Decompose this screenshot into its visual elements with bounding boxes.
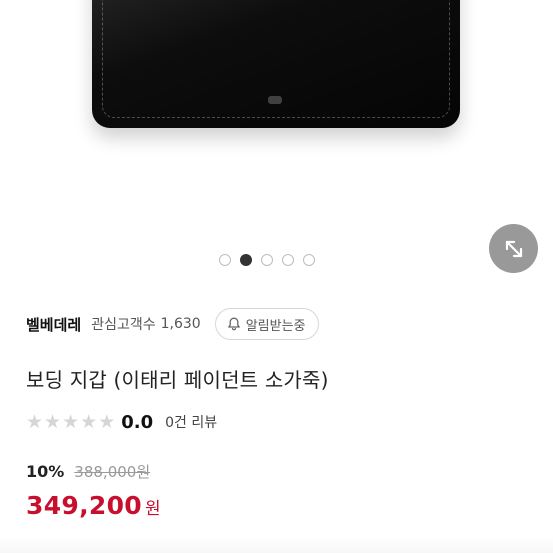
- favorites-count: 1,630: [160, 316, 201, 332]
- carousel-dot[interactable]: [260, 254, 273, 266]
- rating-score: 0.0: [121, 411, 154, 433]
- star-icon: ★: [44, 410, 62, 433]
- review-count[interactable]: 0건 리뷰: [165, 412, 217, 432]
- seller-name[interactable]: 벨베데레: [26, 314, 81, 335]
- favorites-label: 관심고객수: [91, 317, 156, 333]
- bottom-divider: [0, 536, 553, 553]
- product-image[interactable]: [0, 0, 553, 240]
- notify-label: 알림받는중: [245, 318, 306, 334]
- star-rating: ★ ★ ★ ★ ★: [26, 410, 116, 433]
- discount-rate: 10%: [26, 461, 65, 481]
- star-icon: ★: [62, 410, 80, 433]
- sale-price: 349,200 원: [26, 491, 161, 520]
- price-currency: 원: [144, 499, 161, 519]
- seller-info: 벨베데레 관심고객수 1,630 알림받는중: [26, 307, 319, 341]
- brand-emboss: [268, 96, 282, 104]
- carousel-dot-active[interactable]: [239, 254, 252, 266]
- carousel-dot[interactable]: [302, 254, 315, 266]
- original-price: 388,000원: [74, 462, 151, 481]
- product-title: 보딩 지갑 (이태리 페이던트 소가죽): [26, 368, 329, 392]
- notify-button[interactable]: 알림받는중: [214, 308, 319, 340]
- star-icon: ★: [98, 410, 116, 433]
- star-icon: ★: [80, 410, 98, 433]
- star-icon: ★: [26, 410, 44, 433]
- wallet-photo: [92, 0, 460, 128]
- rating-row[interactable]: ★ ★ ★ ★ ★ 0.0 0건 리뷰: [26, 410, 217, 434]
- discount-row: 10% 388,000원: [26, 461, 150, 481]
- carousel-dot[interactable]: [218, 254, 231, 266]
- bell-icon: [227, 317, 240, 331]
- price-value: 349,200: [26, 491, 142, 520]
- carousel-dot[interactable]: [281, 254, 294, 266]
- carousel-indicator: [0, 254, 543, 266]
